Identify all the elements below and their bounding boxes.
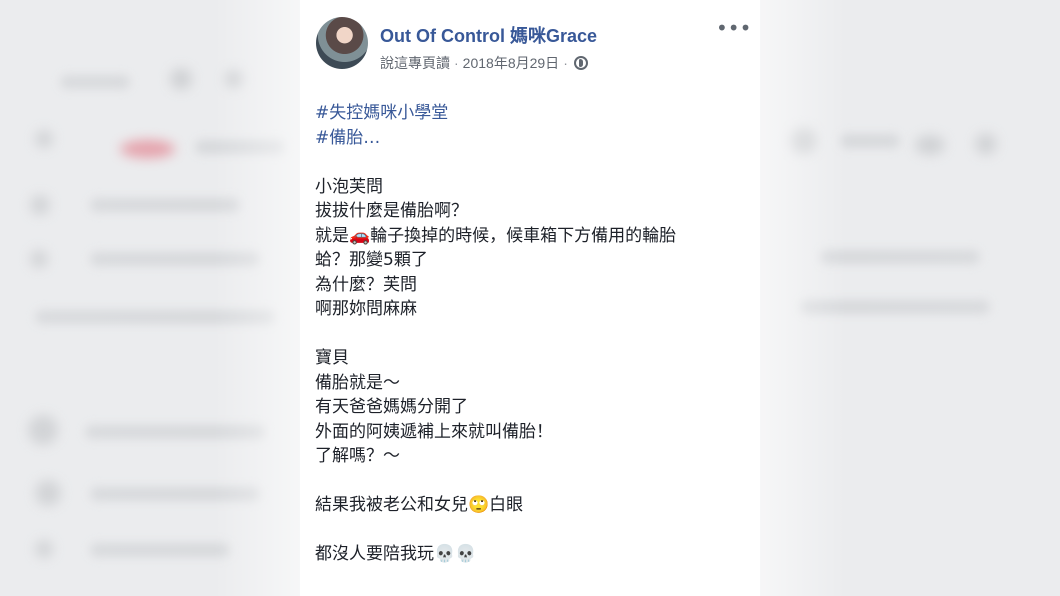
via-page-label[interactable]: 說這專頁讀	[380, 53, 450, 73]
post-card: Out Of Control 媽咪Grace 說這專頁讀 · 2018年8月29…	[300, 0, 760, 596]
author-avatar[interactable]	[316, 17, 368, 69]
meta-separator-2: ·	[563, 55, 568, 71]
post-text-line: 結果我被老公和女兒🙄白眼	[315, 495, 524, 515]
author-name-link[interactable]: Out Of Control 媽咪Grace	[380, 22, 597, 48]
post-text-line: 外面的阿姨遞補上來就叫備胎！	[315, 421, 553, 442]
more-options-icon[interactable]: •••	[716, 18, 751, 38]
post-text-line: 蛤？那變5顆了	[315, 250, 428, 270]
right-fade	[755, 0, 1060, 596]
post-text-line: 了解嗎？～	[315, 446, 400, 466]
post-text-line: 小泡芙問	[315, 176, 383, 197]
post-date-link[interactable]: 2018年8月29日	[463, 53, 560, 73]
post-text-line: 寶貝	[315, 348, 349, 368]
post-text-line: 就是🚗輪子換掉的時候，候車箱下方備用的輪胎	[315, 225, 677, 246]
post-meta: 說這專頁讀 · 2018年8月29日 ·	[380, 53, 588, 73]
post-text-line: 備胎就是～	[315, 372, 400, 393]
hashtag-link[interactable]: #失控媽咪小學堂	[315, 101, 745, 126]
post-text-line: 拔拔什麼是備胎啊？	[315, 201, 468, 221]
post-text-line: 啊那妳問麻麻	[315, 299, 417, 319]
left-fade	[0, 0, 305, 596]
meta-separator: ·	[454, 55, 459, 71]
post-text-line: 都沒人要陪我玩💀💀	[315, 544, 477, 564]
hashtag-link[interactable]: #備胎…	[315, 126, 745, 151]
post-text-line: 有天爸爸媽媽分開了	[315, 397, 468, 417]
post-body: #失控媽咪小學堂 #備胎… 小泡芙問拔拔什麼是備胎啊？ 就是🚗輪子換掉的時候，候車箱下…	[315, 101, 745, 567]
post-text-line: 為什麼？芙問	[315, 274, 417, 295]
globe-icon	[573, 56, 588, 70]
